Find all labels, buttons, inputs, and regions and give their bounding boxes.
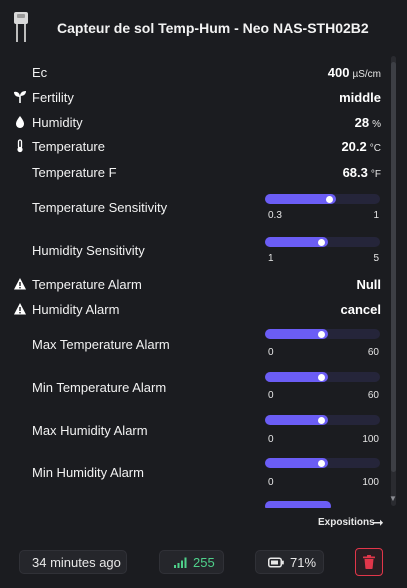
row-ec[interactable]: Ec 400 µS/cm — [0, 65, 390, 83]
value-number: 400 — [327, 65, 350, 80]
water-drop-icon — [16, 116, 24, 128]
max-temperature-alarm-slider[interactable] — [265, 329, 380, 339]
row-temperature-sensitivity: Temperature Sensitivity 0.3 1 — [0, 190, 390, 226]
slider-handle[interactable] — [318, 460, 325, 467]
value-number: 28 — [354, 115, 370, 130]
slider-max: 60 — [367, 347, 379, 358]
slider-min: 0 — [268, 347, 274, 358]
slider-handle[interactable] — [318, 331, 325, 338]
max-humidity-alarm-slider[interactable] — [265, 415, 380, 425]
slider-min: 0 — [268, 477, 274, 488]
value-unit: µS/cm — [352, 69, 381, 80]
row-label: Humidity Sensitivity — [32, 243, 145, 258]
arrow-right-icon[interactable]: ➞ — [372, 514, 384, 531]
min-humidity-alarm-slider[interactable] — [265, 458, 380, 468]
slider-min: 0.3 — [268, 210, 282, 221]
value-number: 20.2 — [341, 139, 367, 154]
value-unit: °C — [369, 143, 381, 154]
row-max-temperature-alarm: Max Temperature Alarm 0 60 — [0, 328, 390, 364]
row-value: cancel — [340, 302, 381, 317]
value-unit: °F — [370, 169, 381, 180]
scrollbar-thumb[interactable] — [391, 62, 396, 472]
trash-icon — [363, 555, 375, 569]
slider-fill — [265, 501, 331, 508]
row-humidity-sensitivity: Humidity Sensitivity 1 5 — [0, 233, 390, 269]
sprout-icon — [14, 91, 26, 103]
signal-bars-icon — [174, 557, 187, 568]
row-label: Temperature Sensitivity — [32, 200, 168, 215]
row-label: Max Temperature Alarm — [32, 337, 170, 352]
slider-max: 60 — [367, 390, 379, 401]
clipped-slider[interactable] — [265, 501, 331, 508]
row-label: Min Temperature Alarm — [32, 380, 167, 395]
battery-icon — [268, 557, 284, 568]
slider-min: 1 — [268, 253, 274, 264]
row-value: middle — [339, 90, 381, 105]
device-card: Capteur de sol Temp-Hum - Neo NAS-STH02B… — [0, 0, 407, 588]
slider-handle[interactable] — [318, 374, 325, 381]
row-min-humidity-alarm: Min Humidity Alarm 0 100 — [0, 458, 390, 494]
battery-chip: 71% — [255, 550, 324, 574]
row-label: Max Humidity Alarm — [32, 423, 148, 438]
expositions-label[interactable]: Expositions — [318, 517, 375, 528]
row-label: Temperature — [32, 139, 105, 154]
min-temperature-alarm-slider[interactable] — [265, 372, 380, 382]
device-title: Capteur de sol Temp-Hum - Neo NAS-STH02B… — [57, 20, 369, 36]
row-humidity[interactable]: Humidity 28% — [0, 115, 390, 133]
row-value: 68.3 °F — [343, 165, 381, 180]
temperature-sensitivity-slider[interactable] — [265, 194, 380, 204]
slider-handle[interactable] — [318, 417, 325, 424]
row-value: Null — [356, 277, 381, 292]
warning-icon — [14, 303, 26, 315]
humidity-sensitivity-slider[interactable] — [265, 237, 380, 247]
row-fertility[interactable]: Fertility middle — [0, 90, 390, 108]
row-max-humidity-alarm: Max Humidity Alarm 0 100 — [0, 415, 390, 451]
row-min-temperature-alarm: Min Temperature Alarm 0 60 — [0, 371, 390, 407]
row-label: Humidity Alarm — [32, 302, 120, 317]
slider-handle[interactable] — [326, 196, 333, 203]
value-unit: % — [372, 119, 381, 130]
warning-icon — [14, 278, 26, 290]
slider-max: 1 — [373, 210, 379, 221]
slider-handle[interactable] — [318, 239, 325, 246]
scroll-down-icon[interactable]: ▼ — [389, 494, 397, 503]
slider-max: 100 — [362, 434, 379, 445]
thermometer-icon — [17, 139, 23, 153]
row-temperature-alarm[interactable]: Temperature Alarm Null — [0, 277, 390, 295]
row-label: Min Humidity Alarm — [32, 465, 144, 480]
battery-value: 71% — [290, 555, 317, 570]
row-label: Ec — [32, 65, 48, 80]
soil-sensor-icon — [14, 12, 28, 42]
row-label: Humidity — [32, 115, 83, 130]
entity-list[interactable]: Ec 400 µS/cm Fertility middle Humidity 28… — [0, 56, 390, 508]
signal-value: 255 — [193, 555, 215, 570]
signal-chip: 255 — [159, 550, 224, 574]
slider-min: 0 — [268, 390, 274, 401]
last-seen-chip: 34 minutes ago — [19, 550, 127, 574]
slider-max: 5 — [373, 253, 379, 264]
delete-button[interactable] — [355, 548, 383, 576]
row-value: 400 µS/cm — [328, 65, 381, 80]
row-label: Temperature Alarm — [32, 277, 142, 292]
slider-max: 100 — [362, 477, 379, 488]
card-header: Capteur de sol Temp-Hum - Neo NAS-STH02B… — [0, 0, 407, 56]
value-number: 68.3 — [342, 165, 368, 180]
row-temperature[interactable]: Temperature 20.2 °C — [0, 139, 390, 157]
row-value: 20.2 °C — [341, 139, 381, 154]
row-label: Fertility — [32, 90, 74, 105]
row-temperature-f[interactable]: Temperature F 68.3 °F — [0, 165, 390, 183]
slider-min: 0 — [268, 434, 274, 445]
last-seen-text: 34 minutes ago — [32, 555, 121, 570]
row-label: Temperature F — [32, 165, 117, 180]
row-value: 28% — [355, 115, 381, 130]
row-humidity-alarm[interactable]: Humidity Alarm cancel — [0, 302, 390, 320]
